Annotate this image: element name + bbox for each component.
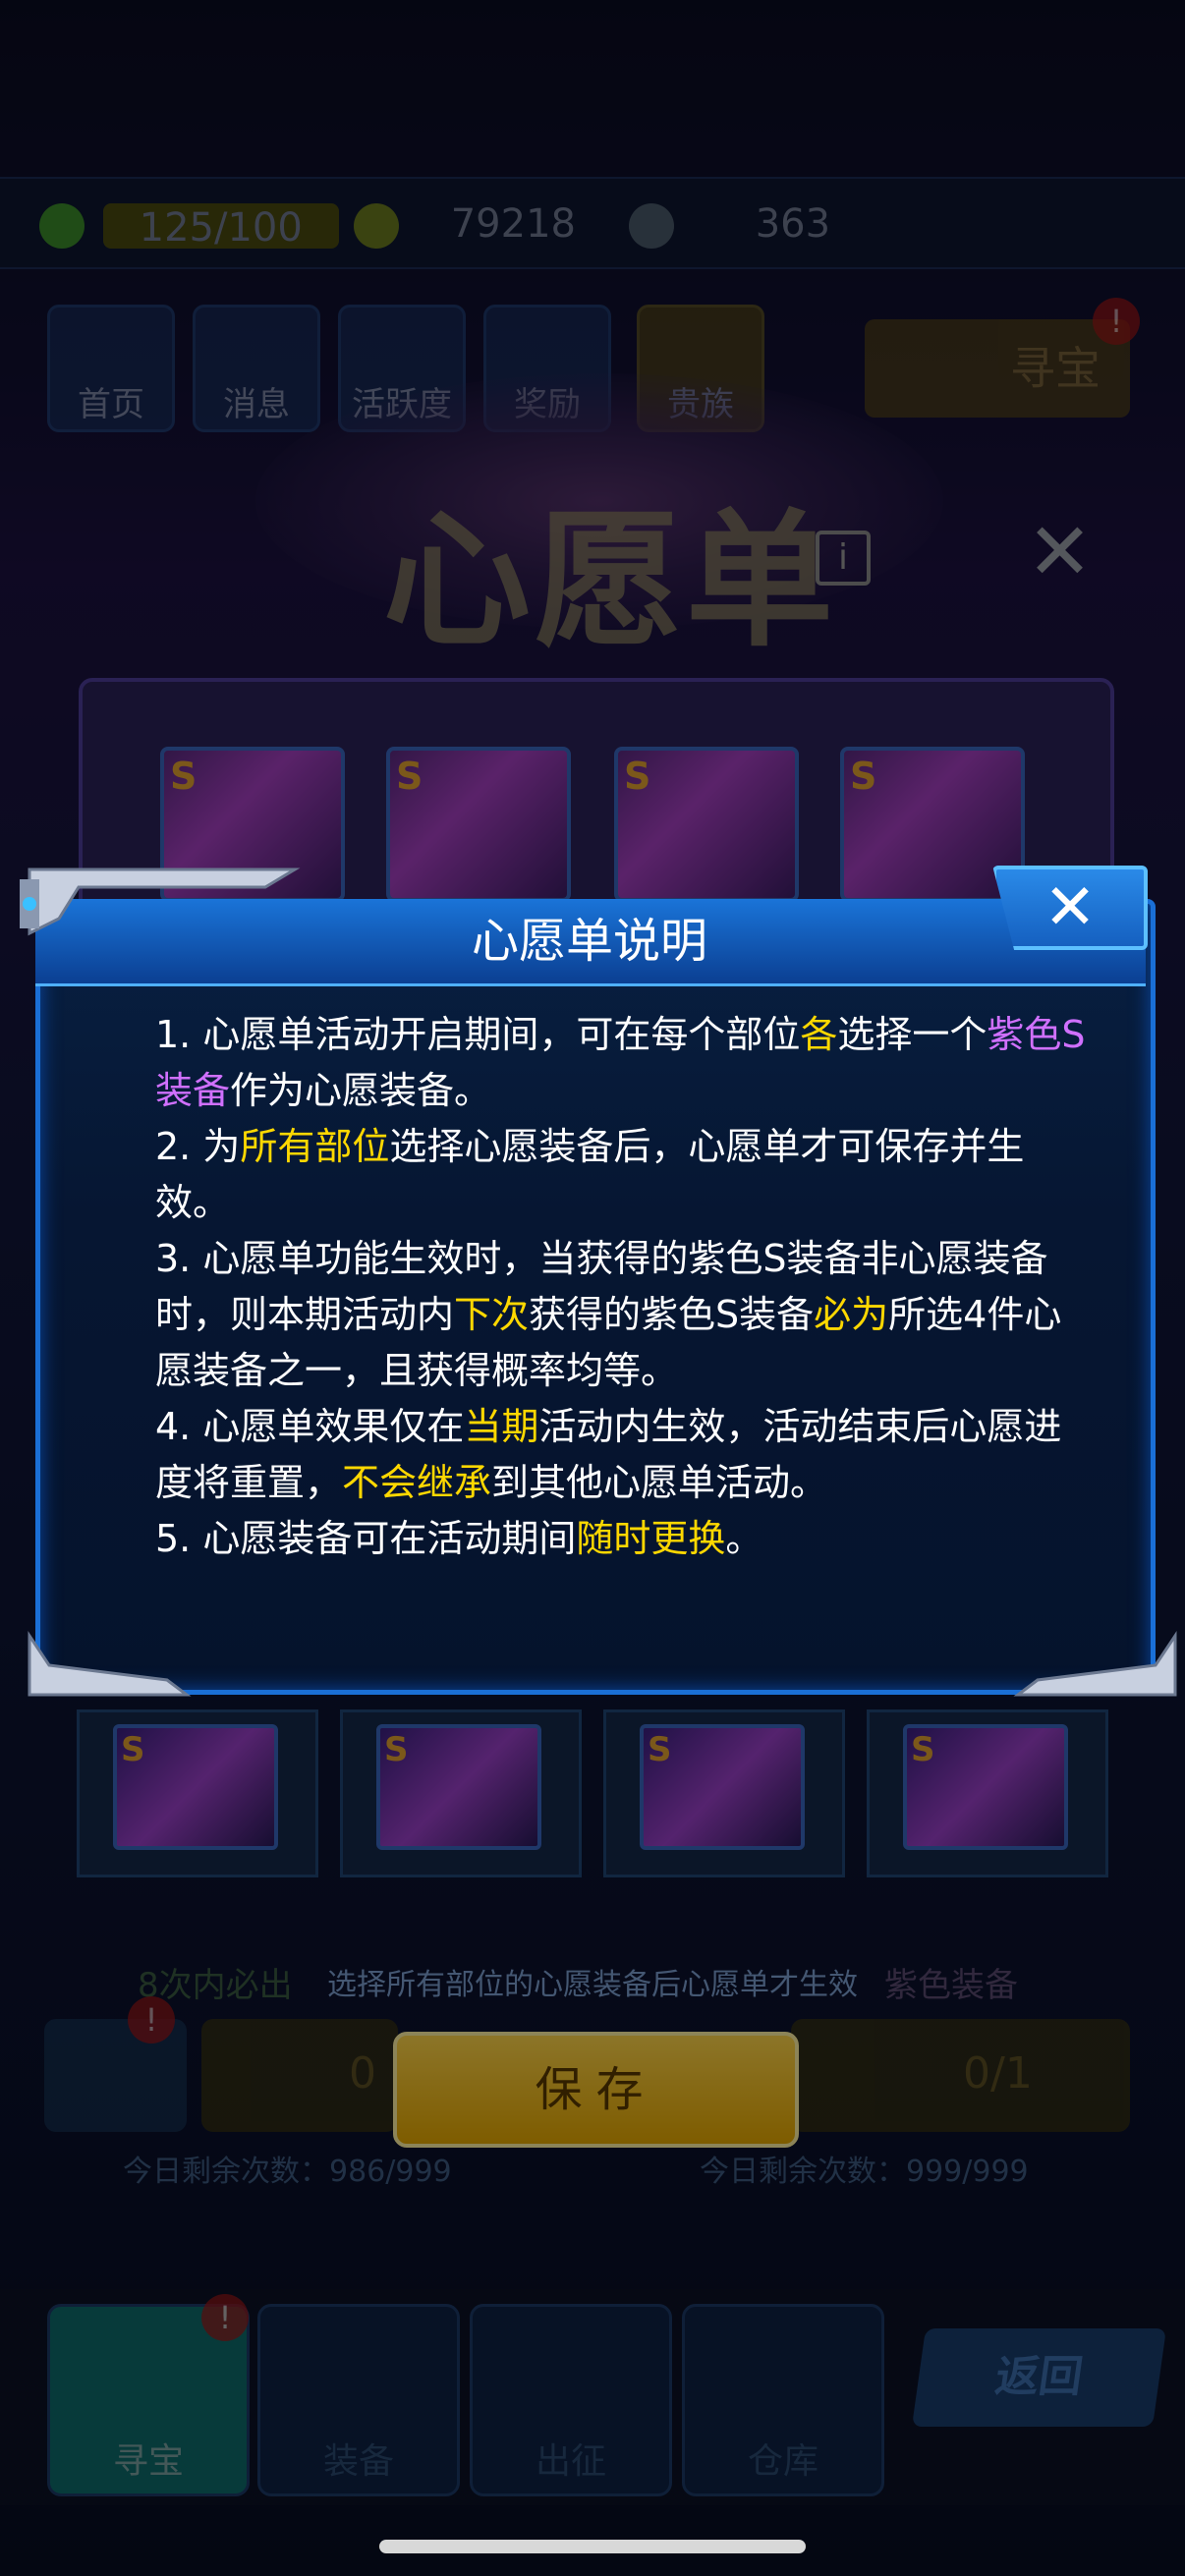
home-indicator[interactable] — [379, 2540, 806, 2553]
rule-highlight: 所有部位 — [240, 1125, 390, 1168]
rule-highlight: 必为 — [814, 1293, 889, 1336]
rule-text: 获得的紫色S装备 — [529, 1293, 815, 1336]
rule-highlight: 随时更换 — [576, 1517, 726, 1560]
wishlist-rules-dialog: 心愿单说明 ✕ 1. 心愿单活动开启期间，可在每个部位各选择一个紫色S装备作为心… — [20, 860, 1177, 1705]
corner-ornament-bottom-left — [28, 1631, 192, 1697]
dialog-close-button[interactable]: ✕ — [992, 866, 1148, 950]
rule-text: 1. 心愿单活动开启期间，可在每个部位 — [155, 1013, 801, 1056]
rule-highlight: 当期 — [464, 1405, 539, 1448]
rule-text: 。 — [725, 1517, 763, 1560]
rule-text: 选择一个 — [837, 1013, 988, 1056]
rule-highlight: 不会继承 — [342, 1461, 492, 1504]
rule-text: 作为心愿装备。 — [230, 1069, 492, 1112]
rule-item: 4. 心愿单效果仅在当期活动内生效，活动结束后心愿进度将重置，不会继承到其他心愿… — [155, 1399, 1099, 1511]
rule-text: 2. 为 — [155, 1125, 241, 1168]
rule-item: 5. 心愿装备可在活动期间随时更换。 — [155, 1511, 1099, 1567]
rule-item: 2. 为所有部位选择心愿装备后，心愿单才可保存并生效。 — [155, 1119, 1099, 1231]
rule-text: 5. 心愿装备可在活动期间 — [155, 1517, 577, 1560]
corner-ornament-bottom-right — [1013, 1631, 1177, 1697]
corner-ornament-top-left — [20, 868, 301, 936]
rule-text: 到其他心愿单活动。 — [491, 1461, 828, 1504]
rule-text: 4. 心愿单效果仅在 — [155, 1405, 465, 1448]
rule-item: 3. 心愿单功能生效时，当获得的紫色S装备非心愿装备时，则本期活动内下次获得的紫… — [155, 1231, 1099, 1399]
rule-item: 1. 心愿单活动开启期间，可在每个部位各选择一个紫色S装备作为心愿装备。 — [155, 1007, 1099, 1119]
rule-highlight: 各 — [800, 1013, 838, 1056]
rules-text: 1. 心愿单活动开启期间，可在每个部位各选择一个紫色S装备作为心愿装备。 2. 为… — [155, 1007, 1099, 1567]
rule-highlight: 下次 — [454, 1293, 530, 1336]
close-icon: ✕ — [1044, 871, 1097, 944]
